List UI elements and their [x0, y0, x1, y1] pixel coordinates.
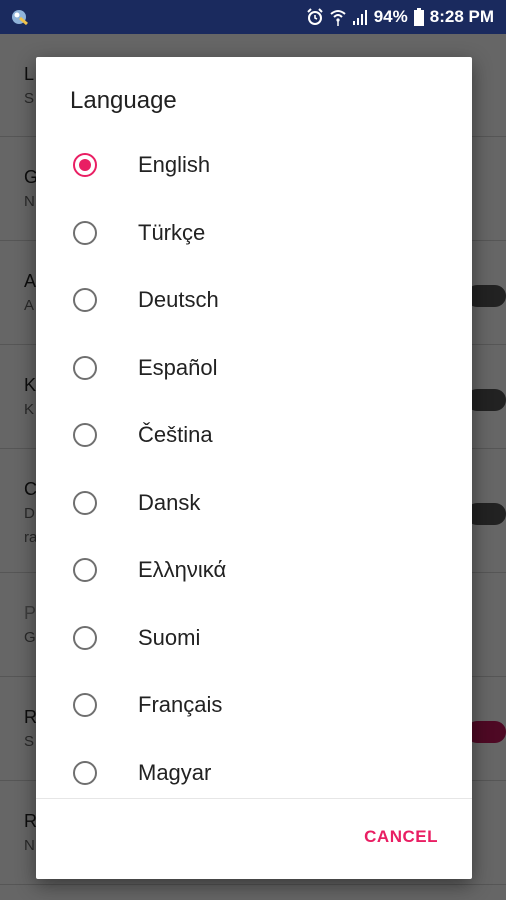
- option-label: Deutsch: [138, 287, 219, 312]
- option-label: Español: [138, 354, 218, 380]
- dialog-divider: [36, 798, 472, 799]
- radio-button[interactable]: [73, 423, 97, 447]
- language-option-spanish[interactable]: Español: [36, 335, 472, 403]
- radio-button[interactable]: [73, 355, 97, 380]
- language-option-french[interactable]: Français: [36, 672, 472, 740]
- app-icon: [12, 10, 28, 26]
- option-label: Ελληνικά: [138, 557, 227, 582]
- option-label: Dansk: [138, 489, 201, 515]
- status-bar: 94% 8:28 PM: [0, 0, 506, 34]
- language-option-czech[interactable]: Čeština: [36, 402, 472, 470]
- radio-button[interactable]: [73, 693, 97, 717]
- clock: 8:28 PM: [429, 7, 494, 26]
- alarm-icon: [307, 8, 323, 25]
- battery-percent: 94%: [373, 7, 408, 26]
- radio-button[interactable]: [73, 625, 97, 650]
- dialog-title: Language: [70, 87, 177, 114]
- language-option-danish[interactable]: Dansk: [36, 470, 472, 538]
- option-label: English: [138, 152, 211, 177]
- language-option-english[interactable]: English: [36, 132, 472, 200]
- battery-icon: [413, 8, 424, 26]
- language-option-greek[interactable]: Ελληνικά: [36, 537, 472, 605]
- radio-button[interactable]: [73, 288, 97, 312]
- status-indicators: 94% 8:28 PM: [306, 0, 494, 34]
- option-label: Türkçe: [138, 219, 206, 245]
- option-label: Magyar: [138, 759, 212, 785]
- option-label: Čeština: [138, 422, 213, 447]
- language-option-hungarian[interactable]: Magyar: [36, 740, 472, 808]
- radio-button[interactable]: [73, 220, 97, 245]
- radio-button[interactable]: [73, 760, 97, 785]
- wifi-icon: [330, 10, 346, 26]
- radio-button[interactable]: [73, 558, 97, 582]
- signal-icon: [352, 10, 367, 25]
- radio-button[interactable]: [73, 490, 97, 515]
- option-label: Français: [138, 692, 223, 717]
- radio-button-selected[interactable]: [73, 153, 97, 177]
- cancel-button[interactable]: CANCEL: [364, 827, 438, 847]
- language-options: English Türkçe Deutsch Español Čeština D…: [36, 132, 472, 807]
- language-option-finnish[interactable]: Suomi: [36, 605, 472, 673]
- option-label: Suomi: [138, 624, 201, 650]
- language-option-turkish[interactable]: Türkçe: [36, 200, 472, 268]
- language-option-german[interactable]: Deutsch: [36, 267, 472, 335]
- language-dialog: Language English Türkçe Deutsch Español …: [36, 57, 472, 879]
